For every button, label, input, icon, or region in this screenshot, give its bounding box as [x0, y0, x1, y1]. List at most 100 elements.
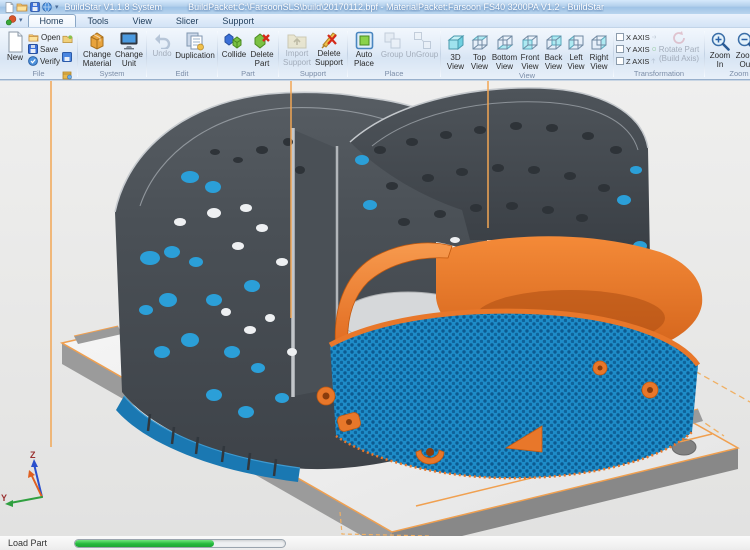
zoom-in-button[interactable]: Zoom In: [707, 30, 733, 69]
buildstar-window: ▾ BuildStar V1.1.8 SystemBuildPacket:C:\…: [0, 0, 750, 550]
ribbon-group-support: Import Support Delete Support Support: [280, 29, 346, 79]
view-bottom-cube-icon: [494, 31, 516, 53]
delete-support-button[interactable]: Delete Support: [313, 30, 345, 67]
application-icon: [5, 15, 18, 26]
ribbon-group-view: 3D View Top View Bottom View Front View …: [442, 29, 612, 79]
ribbon-group-zoom: Zoom In Zoom Out Zoom: [706, 29, 750, 79]
tab-home[interactable]: Home: [28, 14, 76, 27]
change-unit-button[interactable]: Change Unit: [114, 30, 144, 68]
view-front-cube-icon: [519, 31, 541, 53]
window-title: BuildStar V1.1.8 SystemBuildPacket:C:\Fa…: [65, 2, 604, 12]
y-axis-tool-icon: [652, 45, 656, 53]
help-quick-button[interactable]: [42, 2, 52, 12]
x-axis-checkbox[interactable]: X AXIS: [616, 31, 656, 43]
ribbon-group-system: Change Material Change Unit System: [79, 29, 145, 79]
view-right-button[interactable]: Right View: [587, 30, 611, 71]
collide-button[interactable]: Collide: [220, 30, 248, 60]
new-button[interactable]: New: [2, 30, 28, 63]
ungroup-icon: [413, 31, 432, 50]
file-aux-button-2[interactable]: [62, 49, 75, 67]
title-bar: ▾ BuildStar V1.1.8 SystemBuildPacket:C:\…: [0, 0, 750, 14]
group-label-place: Place: [349, 69, 439, 79]
open-folder-icon: [16, 2, 28, 12]
qat-dropdown-arrow[interactable]: ▾: [55, 3, 59, 11]
group-separator: [77, 31, 78, 77]
progress-bar-fill: [75, 540, 214, 547]
view-3d-button[interactable]: 3D View: [443, 30, 468, 71]
axis-label-y: Y: [1, 493, 7, 503]
open-quick-button[interactable]: [16, 2, 28, 12]
change-unit-icon: [119, 31, 139, 50]
open-packet-icon: [62, 34, 73, 44]
view-back-button[interactable]: Back View: [542, 30, 565, 71]
ribbon-group-edit: Undo Duplication Edit: [148, 29, 216, 79]
y-axis-checkbox-box: [616, 45, 624, 53]
view-left-button[interactable]: Left View: [565, 30, 587, 71]
ribbon-toolbar: New Open Save Verify: [0, 28, 750, 80]
zoom-out-icon: [736, 31, 750, 51]
change-material-button[interactable]: Change Material: [80, 30, 114, 68]
delete-part-button[interactable]: Delete Part: [248, 30, 276, 68]
save-packet-icon: [62, 52, 72, 62]
ribbon-group-part: Collide Delete Part Part: [219, 29, 277, 79]
group-button[interactable]: Group: [378, 30, 406, 60]
menu-bar: ▾ Home Tools View Slicer Support: [0, 14, 750, 28]
group-icon: [383, 31, 402, 50]
group-separator: [347, 31, 348, 77]
open-button[interactable]: Open: [28, 31, 62, 43]
group-separator: [613, 31, 614, 77]
import-support-button[interactable]: Import Support: [281, 30, 313, 67]
change-material-icon: [87, 31, 107, 50]
view-top-button[interactable]: Top View: [468, 30, 491, 71]
view-bottom-button[interactable]: Bottom View: [491, 30, 518, 71]
view-3d-cube-icon: [445, 31, 467, 53]
ungroup-button[interactable]: UnGroup: [406, 30, 438, 60]
group-label-edit: Edit: [148, 69, 216, 79]
status-bar: Load Part: [0, 535, 750, 550]
new-file-icon: [4, 2, 14, 13]
ribbon-group-transformation: X AXIS Y AXIS Z AXIS: [615, 29, 703, 79]
group-label-transformation: Transformation: [615, 69, 703, 79]
y-axis-checkbox[interactable]: Y AXIS: [616, 43, 656, 55]
auto-place-icon: [355, 31, 374, 50]
view-back-cube-icon: [543, 31, 565, 53]
view-left-cube-icon: [565, 31, 587, 53]
tab-support[interactable]: Support: [210, 14, 266, 27]
duplication-icon: [185, 31, 205, 51]
new-file-quick-button[interactable]: [4, 2, 14, 13]
group-separator: [704, 31, 705, 77]
z-axis-checkbox[interactable]: Z AXIS: [616, 55, 656, 67]
help-globe-icon: [42, 2, 52, 12]
view-front-button[interactable]: Front View: [518, 30, 542, 71]
collide-icon: [223, 31, 245, 50]
save-icon: [28, 44, 38, 54]
rotate-part-button[interactable]: Rotate Part (Build Axis): [656, 30, 702, 63]
save-quick-button[interactable]: [30, 2, 40, 12]
delete-support-icon: [319, 31, 339, 49]
open-icon: [28, 33, 39, 42]
save-button[interactable]: Save: [28, 43, 62, 55]
viewport-3d[interactable]: Z Y: [0, 80, 750, 535]
import-support-icon: [287, 31, 307, 49]
file-aux-button-1[interactable]: [62, 31, 75, 49]
part-drum: [317, 236, 702, 478]
zoom-out-button[interactable]: Zoom Out: [733, 30, 750, 69]
application-menu-arrow: ▾: [19, 16, 23, 24]
verify-button[interactable]: Verify: [28, 55, 62, 67]
zoom-in-icon: [710, 31, 730, 51]
tab-view[interactable]: View: [121, 14, 164, 27]
verify-icon: [28, 56, 38, 66]
group-separator: [146, 31, 147, 77]
application-menu-button[interactable]: ▾: [0, 14, 28, 27]
tab-slicer[interactable]: Slicer: [164, 14, 211, 27]
tab-tools[interactable]: Tools: [76, 14, 121, 27]
status-label: Load Part: [8, 538, 74, 548]
quick-access-toolbar: ▾: [4, 2, 59, 13]
auto-place-button[interactable]: Auto Place: [350, 30, 378, 68]
view-right-cube-icon: [588, 31, 610, 53]
group-label-zoom: Zoom: [706, 69, 750, 79]
duplication-button[interactable]: Duplication: [175, 30, 215, 61]
undo-button[interactable]: Undo: [149, 30, 175, 59]
viewport-3d-scene[interactable]: Z Y: [0, 81, 750, 536]
undo-icon: [152, 31, 172, 49]
